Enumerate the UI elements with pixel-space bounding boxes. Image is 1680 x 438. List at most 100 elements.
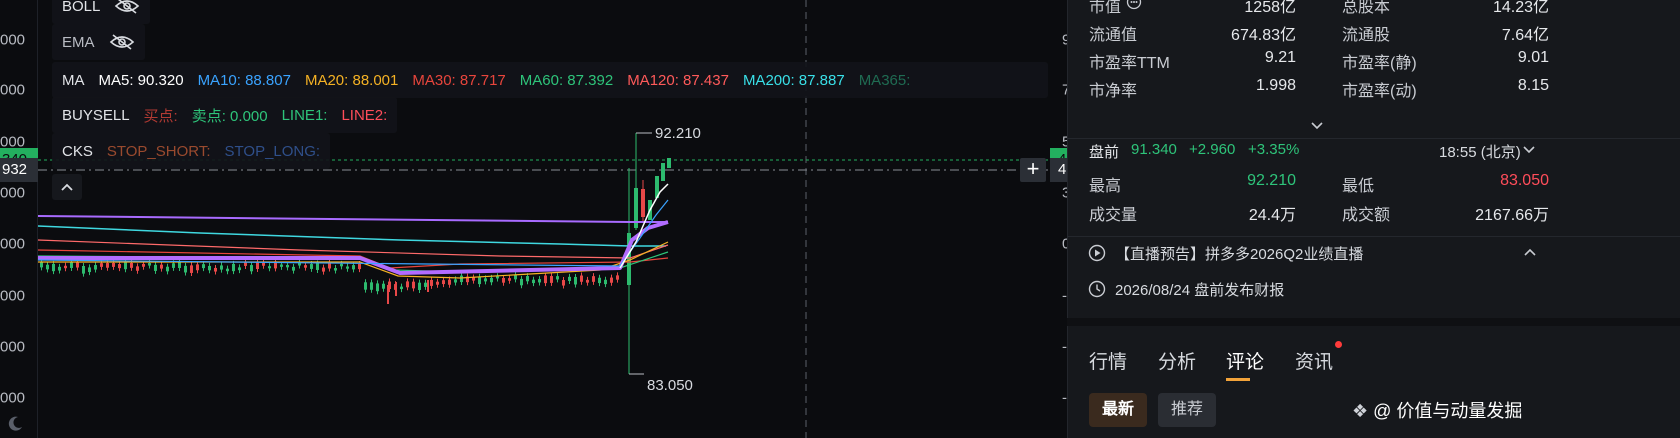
chevron-up-icon[interactable] bbox=[1523, 247, 1537, 257]
candle-body bbox=[136, 266, 139, 271]
premarket-percent: +3.35% bbox=[1248, 141, 1300, 158]
candle-body bbox=[286, 264, 289, 268]
stat-label: 市盈率TTM bbox=[1089, 55, 1170, 72]
candle-body bbox=[226, 268, 229, 272]
stat-value: 8.15 bbox=[1517, 77, 1549, 94]
eye-off-icon[interactable] bbox=[109, 33, 135, 51]
premarket-price: 91.340 bbox=[1131, 141, 1177, 158]
candle-body bbox=[268, 266, 271, 269]
candle-body bbox=[172, 263, 175, 268]
ma-purple-line bbox=[37, 215, 668, 223]
diamond-logo-icon: ❖ bbox=[1352, 401, 1374, 421]
indicator-row-ema[interactable]: EMA bbox=[52, 24, 145, 60]
indicator-value: STOP_SHORT: bbox=[106, 142, 211, 160]
stat-label: 市值 bbox=[1089, 0, 1122, 16]
low-price-label: 83.050 bbox=[647, 377, 693, 394]
candle-body bbox=[514, 275, 517, 280]
indicator-row-ma[interactable]: MA MA5: 90.320 MA10: 88.807 MA20: 88.001 MA… bbox=[52, 62, 1048, 98]
candle-body bbox=[88, 267, 91, 273]
candle-body bbox=[592, 276, 595, 282]
candle-body bbox=[454, 279, 457, 283]
candle-body bbox=[340, 263, 343, 267]
candle-body bbox=[220, 265, 223, 270]
stat-value: 9.01 bbox=[1517, 49, 1549, 66]
high-price-label: 92.210 bbox=[655, 125, 701, 142]
candle-body bbox=[124, 261, 127, 270]
candle-body bbox=[160, 264, 163, 269]
candle-body bbox=[70, 261, 73, 268]
panel-tab[interactable]: 分析 bbox=[1158, 347, 1196, 374]
live-notice-text: 【直播预告】拼多多2026Q2业绩直播 bbox=[1115, 246, 1364, 263]
candle-body bbox=[424, 282, 427, 287]
candle-body bbox=[586, 279, 589, 283]
candle-body bbox=[142, 263, 145, 267]
candle-body bbox=[526, 276, 529, 282]
left-price-axis: 000 000 000 000 000 000 000 000 bbox=[0, 0, 38, 438]
panel-tab[interactable]: 资讯 bbox=[1295, 347, 1333, 374]
candle-body bbox=[250, 265, 253, 272]
info-icon[interactable] bbox=[1126, 0, 1142, 10]
candle-body bbox=[262, 262, 265, 266]
stat-label: 流通股 bbox=[1342, 27, 1391, 44]
candles bbox=[40, 132, 671, 375]
candle-body bbox=[544, 275, 547, 284]
stat-label: 市净率 bbox=[1089, 83, 1138, 100]
candle-body bbox=[46, 264, 49, 270]
stat-value: 14.23亿 bbox=[1492, 0, 1549, 16]
candle-body bbox=[376, 283, 379, 292]
candle-body bbox=[364, 282, 367, 290]
candle-body bbox=[76, 262, 79, 268]
chevron-down-icon[interactable] bbox=[1522, 145, 1536, 155]
panel-tab[interactable]: 行情 bbox=[1089, 347, 1127, 374]
candle-body bbox=[118, 264, 121, 269]
indicator-name-buysell: BUYSELL bbox=[62, 106, 130, 124]
indicator-value: 卖点: 0.000 bbox=[191, 107, 268, 125]
candle-body bbox=[496, 276, 499, 279]
candle-body bbox=[448, 279, 451, 285]
indicator-row-buysell[interactable]: BUYSELL 买点: 卖点: 0.000 LINE1: LINE2: bbox=[52, 97, 398, 133]
collapse-indicators-button[interactable] bbox=[52, 174, 82, 200]
indicator-name-boll: BOLL bbox=[62, 0, 101, 15]
indicator-value: MA30: 87.717 bbox=[412, 71, 506, 89]
indicator-value: LINE1: bbox=[281, 106, 328, 124]
indicator-row-boll[interactable]: BOLL bbox=[52, 0, 151, 24]
dark-mode-icon[interactable] bbox=[6, 415, 24, 433]
left-axis-tick: 000 bbox=[0, 287, 26, 305]
candle-body bbox=[610, 277, 613, 283]
stat-value: 24.4万 bbox=[1248, 207, 1296, 224]
indicator-row-cks[interactable]: CKS STOP_SHORT: STOP_LONG: bbox=[52, 133, 331, 169]
stat-value: 7.64亿 bbox=[1501, 27, 1549, 44]
candle-body bbox=[304, 265, 307, 268]
indicator-value: 买点: bbox=[143, 107, 178, 125]
candle-body bbox=[574, 276, 577, 285]
indicator-name-ma: MA bbox=[62, 71, 85, 89]
eye-off-icon[interactable] bbox=[114, 0, 140, 15]
candle-body bbox=[214, 267, 217, 272]
candle-body bbox=[358, 263, 361, 270]
comment-subtab[interactable]: 推荐 bbox=[1158, 393, 1217, 427]
candle-body bbox=[190, 265, 193, 273]
add-alert-plus-button[interactable]: + bbox=[1020, 158, 1046, 182]
chart-area[interactable]: 92.21083.050 000000000000000000000000 9.… bbox=[0, 0, 1140, 438]
candle-body bbox=[412, 281, 415, 289]
indicator-name-ema: EMA bbox=[62, 33, 95, 51]
candle-body bbox=[166, 266, 169, 272]
comment-subtab[interactable]: 最新 bbox=[1089, 393, 1148, 427]
candle-body bbox=[580, 275, 583, 282]
candle-body bbox=[568, 276, 571, 281]
panel-tab[interactable]: 评论 bbox=[1226, 347, 1264, 374]
stat-value: 1.998 bbox=[1255, 77, 1296, 94]
candle-body bbox=[430, 279, 433, 286]
indicator-value: STOP_LONG: bbox=[224, 142, 321, 160]
chevron-down-icon[interactable] bbox=[1309, 120, 1325, 132]
stat-value: 83.050 bbox=[1500, 172, 1549, 189]
left-axis-tick: 000 bbox=[0, 389, 26, 407]
candle-body bbox=[667, 158, 671, 168]
candle-body bbox=[382, 283, 385, 289]
indicator-value: MA120: 87.437 bbox=[627, 71, 729, 89]
section-gap bbox=[1067, 318, 1680, 326]
play-circle-icon bbox=[1088, 244, 1106, 262]
clock-icon bbox=[1088, 280, 1106, 298]
candle-body bbox=[40, 262, 43, 268]
premarket-time: 18:55 (北京) bbox=[1439, 144, 1521, 161]
